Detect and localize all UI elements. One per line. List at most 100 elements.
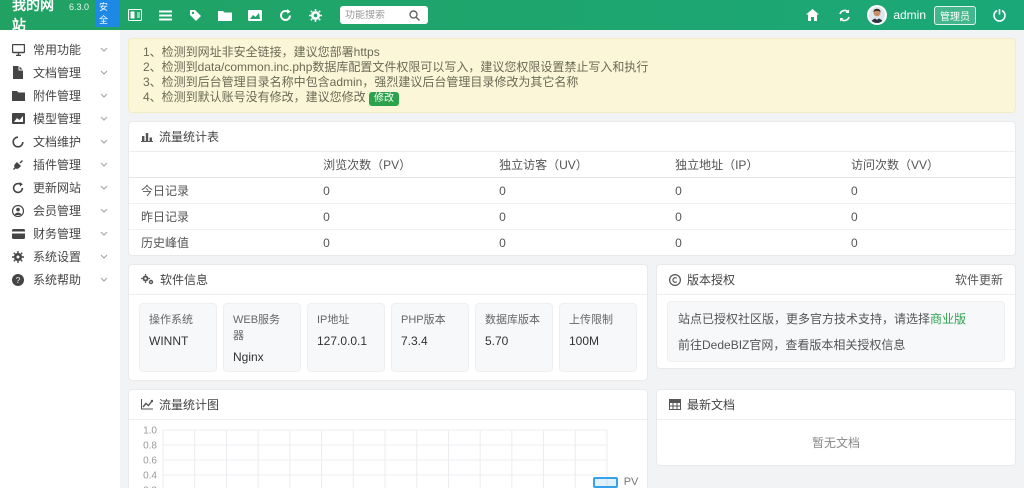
- legend-item-pv[interactable]: PV: [593, 476, 639, 488]
- panel-title: 流量统计图: [159, 396, 219, 413]
- panel-title: 最新文档: [687, 396, 735, 413]
- gears-icon: [141, 274, 154, 285]
- table-icon: [669, 399, 681, 410]
- panel-title: 流量统计表: [159, 128, 219, 145]
- search-input[interactable]: [345, 10, 409, 21]
- fix-button[interactable]: 修改: [369, 92, 399, 106]
- sidebar-item-label: 文档维护: [33, 133, 100, 150]
- table-row: 昨日记录 0 0 0 0: [129, 204, 1015, 230]
- credit-card-icon: [12, 229, 26, 239]
- col-header-empty: [129, 152, 311, 178]
- chevron-down-icon: [100, 231, 108, 236]
- cell-value: 0: [487, 204, 663, 230]
- sidebar-item-attachment-management[interactable]: 附件管理: [0, 84, 120, 107]
- refresh-icon: [12, 182, 26, 194]
- logout-power-icon[interactable]: [984, 0, 1014, 30]
- software-update-link[interactable]: 软件更新: [955, 271, 1003, 288]
- sidebar-item-system-help[interactable]: ? 系统帮助: [0, 268, 120, 291]
- plug-icon: [12, 159, 26, 171]
- software-info-header: 软件信息: [129, 265, 647, 295]
- security-notice: 1、检测到网址非安全链接，建议您部署https 2、检测到data/common…: [128, 38, 1016, 113]
- settings-icon[interactable]: [300, 0, 330, 30]
- chevron-down-icon: [100, 208, 108, 213]
- chevron-down-icon: [100, 116, 108, 121]
- sidebar-item-label: 模型管理: [33, 110, 100, 127]
- software-info-body: 操作系统 WINNT WEB服务器 Nginx IP地址 127.0.0.1 P…: [129, 295, 647, 380]
- table-header-row: 浏览次数（PV） 独立访客（UV） 独立地址（IP） 访问次数（VV）: [129, 152, 1015, 178]
- cell-value: 0: [487, 178, 663, 204]
- info-card-db: 数据库版本 5.70: [475, 303, 553, 372]
- refresh-icon[interactable]: [270, 0, 300, 30]
- info-card-os: 操作系统 WINNT: [139, 303, 217, 372]
- chevron-down-icon: [100, 139, 108, 144]
- chevron-down-icon: [100, 185, 108, 190]
- topbar: 我的网站 6.3.0 安全: [0, 0, 1024, 30]
- sidebar-item-document-maintenance[interactable]: 文档维护: [0, 130, 120, 153]
- sidebar-item-label: 会员管理: [33, 202, 100, 219]
- notice-line: 4、检测到默认账号没有修改，建议您修改 修改: [143, 90, 1001, 106]
- sidebar-item-label: 系统帮助: [33, 271, 100, 288]
- commercial-version-link[interactable]: 商业版: [930, 312, 966, 326]
- license-line2: 前往DedeBIZ官网，查看版本相关授权信息: [678, 336, 994, 353]
- row-label: 今日记录: [129, 178, 311, 204]
- sidebar-item-update-site[interactable]: 更新网站: [0, 176, 120, 199]
- desktop-icon: [12, 44, 26, 56]
- folder-icon[interactable]: [210, 0, 240, 30]
- svg-text:0.8: 0.8: [143, 441, 157, 452]
- sidebar-item-plugin-management[interactable]: 插件管理: [0, 153, 120, 176]
- security-badge[interactable]: 安全: [95, 0, 120, 27]
- user-avatar[interactable]: [867, 5, 887, 25]
- sync-icon[interactable]: [829, 0, 859, 30]
- col-header-uv: 独立访客（UV）: [487, 152, 663, 178]
- search-icon[interactable]: [409, 10, 420, 21]
- tag-icon[interactable]: [180, 0, 210, 30]
- topbar-shortcuts: [120, 0, 330, 30]
- license-line1: 站点已授权社区版，更多官方技术支持，请选择商业版: [678, 310, 994, 327]
- collapse-sidebar-icon[interactable]: [120, 0, 150, 30]
- latest-docs-empty: 暂无文档: [657, 420, 1015, 465]
- col-header-vv: 访问次数（VV）: [839, 152, 1015, 178]
- traffic-chart-svg: 1.00.80.60.40.20-0.2-0.4-0.6-0.8-1.0: [135, 424, 633, 488]
- cell-value: 0: [311, 178, 487, 204]
- table-row: 今日记录 0 0 0 0: [129, 178, 1015, 204]
- sidebar-item-system-settings[interactable]: 系统设置: [0, 245, 120, 268]
- svg-text:0.6: 0.6: [143, 456, 157, 467]
- sidebar-item-finance-management[interactable]: 财务管理: [0, 222, 120, 245]
- list-icon[interactable]: [150, 0, 180, 30]
- role-badge: 管理员: [934, 6, 976, 25]
- folder-icon: [12, 90, 26, 101]
- license-body: 站点已授权社区版，更多官方技术支持，请选择商业版 前往DedeBIZ官网，查看版…: [657, 295, 1015, 368]
- chart-legend: PVUVIPVV: [593, 476, 639, 488]
- username[interactable]: admin: [893, 8, 926, 22]
- site-logo[interactable]: 我的网站 6.3.0 安全: [0, 0, 120, 35]
- svg-text:0.4: 0.4: [143, 471, 157, 482]
- col-header-pv: 浏览次数（PV）: [311, 152, 487, 178]
- notice-line: 3、检测到后台管理目录名称中包含admin，强烈建议后台管理目录修改为其它名称: [143, 75, 1001, 90]
- sidebar-item-member-management[interactable]: 会员管理: [0, 199, 120, 222]
- svg-text:?: ?: [16, 275, 21, 284]
- cell-value: 0: [663, 230, 839, 256]
- chevron-down-icon: [100, 277, 108, 282]
- sidebar-item-common-functions[interactable]: 常用功能: [0, 38, 120, 61]
- traffic-chart-body: 1.00.80.60.40.20-0.2-0.4-0.6-0.8-1.0 PVU…: [129, 420, 647, 488]
- notice-line: 2、检测到data/common.inc.php数据库配置文件权限可以写入，建议…: [143, 60, 1001, 75]
- cell-value: 0: [663, 178, 839, 204]
- software-info-panel: 软件信息 操作系统 WINNT WEB服务器 Nginx IP地址 127.0.…: [128, 264, 648, 381]
- sidebar-item-document-management[interactable]: 文档管理: [0, 61, 120, 84]
- file-icon: [12, 66, 26, 79]
- home-icon[interactable]: [797, 0, 827, 30]
- chevron-down-icon: [100, 93, 108, 98]
- chart-icon[interactable]: [240, 0, 270, 30]
- cell-value: 0: [311, 204, 487, 230]
- sidebar-item-model-management[interactable]: 模型管理: [0, 107, 120, 130]
- panel-title: 软件信息: [160, 271, 208, 288]
- traffic-chart-header: 流量统计图: [129, 390, 647, 420]
- legend-label: PV: [624, 476, 639, 488]
- cell-value: 0: [663, 204, 839, 230]
- cell-value: 0: [311, 230, 487, 256]
- traffic-chart-panel: 流量统计图 1.00.80.60.40.20-0.2-0.4-0.6-0.8-1…: [128, 389, 648, 488]
- sidebar-item-label: 系统设置: [33, 248, 100, 265]
- function-search[interactable]: [340, 6, 428, 24]
- sidebar-item-label: 常用功能: [33, 41, 100, 58]
- traffic-stats-header: 流量统计表: [129, 122, 1015, 152]
